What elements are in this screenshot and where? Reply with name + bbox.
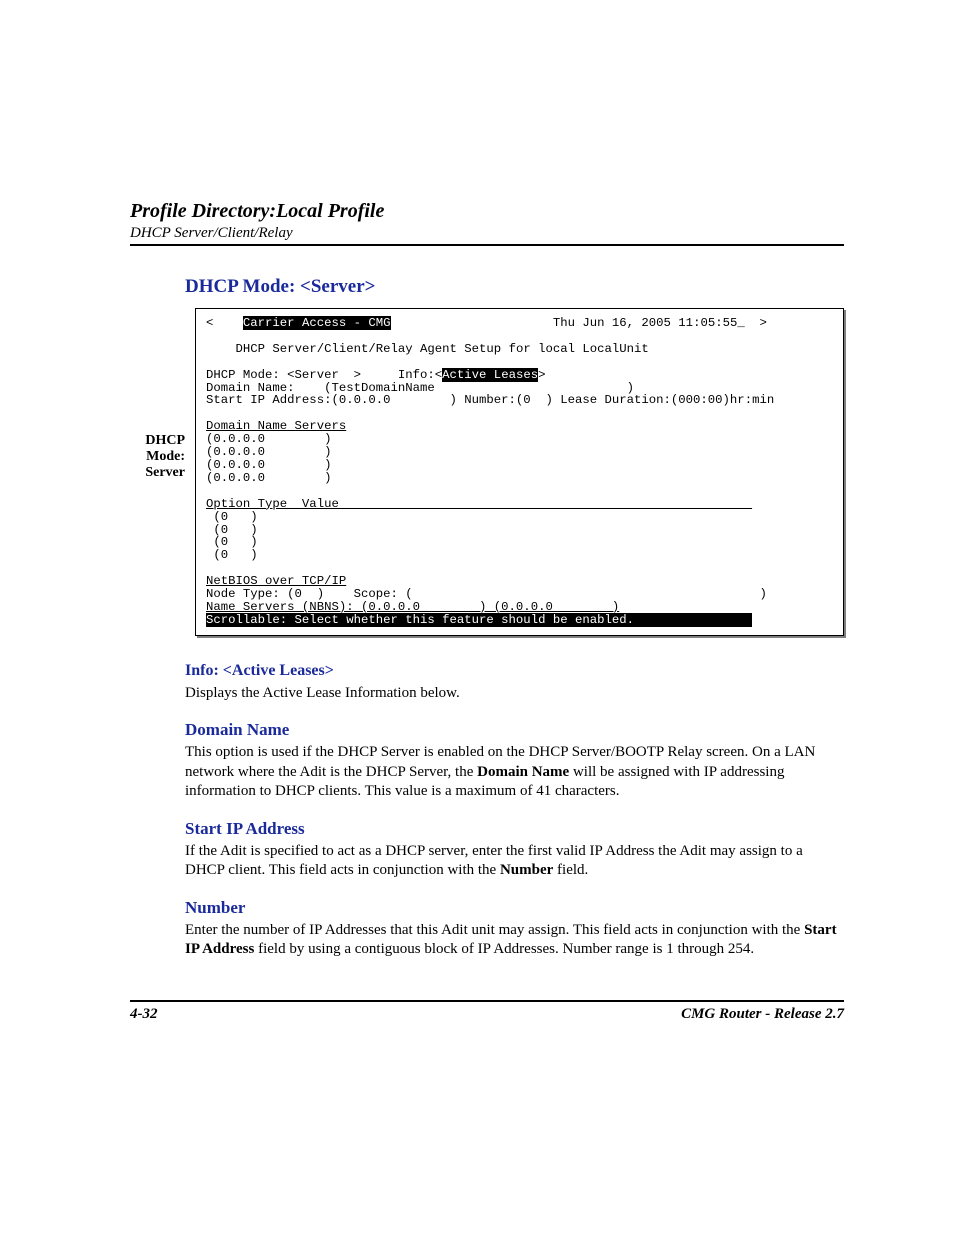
node-type-line: Node Type: (0 ) Scope: ( ): [206, 587, 767, 601]
margin-label: DHCP Mode: Server: [130, 308, 185, 636]
terminal-title: Carrier Access - CMG: [243, 316, 391, 330]
startip-heading: Start IP Address: [185, 818, 844, 840]
info-text: Displays the Active Lease Information be…: [185, 684, 844, 704]
info-label: Info:<: [398, 368, 442, 382]
margin-label-l2: Mode:: [130, 449, 185, 465]
dns2: (0.0.0.0 ): [206, 445, 331, 459]
dns3: (0.0.0.0 ): [206, 458, 331, 472]
header-title: Profile Directory:Local Profile: [130, 200, 844, 223]
terminal-datetime: Thu Jun 16, 2005 11:05:55_: [553, 316, 745, 330]
dns-heading: Domain Name Servers: [206, 419, 346, 433]
opt2: (0 ): [206, 523, 258, 537]
terminal-screenshot: < Carrier Access - CMG Thu Jun 16, 2005 …: [195, 308, 844, 636]
terminal-content: < Carrier Access - CMG Thu Jun 16, 2005 …: [206, 317, 833, 627]
domain-name-line: Domain Name: (TestDomainName ): [206, 381, 634, 395]
page-header: Profile Directory:Local Profile DHCP Ser…: [130, 200, 844, 246]
dhcp-mode-line: DHCP Mode: <Server >: [206, 368, 361, 382]
dns1: (0.0.0.0 ): [206, 432, 331, 446]
domain-text: This option is used if the DHCP Server i…: [185, 743, 844, 802]
number-heading: Number: [185, 897, 844, 919]
margin-label-l3: Server: [130, 465, 185, 481]
margin-label-l1: DHCP: [130, 433, 185, 449]
netbios-heading: NetBIOS over TCP/IP: [206, 574, 346, 588]
section-heading: DHCP Mode: <Server>: [185, 276, 844, 298]
start-ip-line: Start IP Address:(0.0.0.0 ) Number:(0 ) …: [206, 393, 774, 407]
option-heading: Option Type Value: [206, 497, 752, 511]
terminal-subtitle: DHCP Server/Client/Relay Agent Setup for…: [236, 342, 649, 356]
info-heading: Info: <Active Leases>: [185, 661, 844, 682]
opt1: (0 ): [206, 510, 258, 524]
header-subtitle: DHCP Server/Client/Relay: [130, 225, 844, 242]
number-text: Enter the number of IP Addresses that th…: [185, 921, 844, 960]
domain-heading: Domain Name: [185, 719, 844, 741]
nbns-line: Name Servers (NBNS): (0.0.0.0 ) (0.0.0.0…: [206, 600, 619, 614]
startip-text: If the Adit is specified to act as a DHC…: [185, 842, 844, 881]
page-footer: 4-32 CMG Router - Release 2.7: [130, 1000, 844, 1023]
dns4: (0.0.0.0 ): [206, 471, 331, 485]
opt4: (0 ): [206, 548, 258, 562]
page-number: 4-32: [130, 1006, 158, 1023]
opt3: (0 ): [206, 535, 258, 549]
status-line: Scrollable: Select whether this feature …: [206, 613, 752, 627]
info-close: >: [538, 368, 545, 382]
info-value: Active Leases: [442, 368, 538, 382]
footer-right: CMG Router - Release 2.7: [681, 1006, 844, 1023]
